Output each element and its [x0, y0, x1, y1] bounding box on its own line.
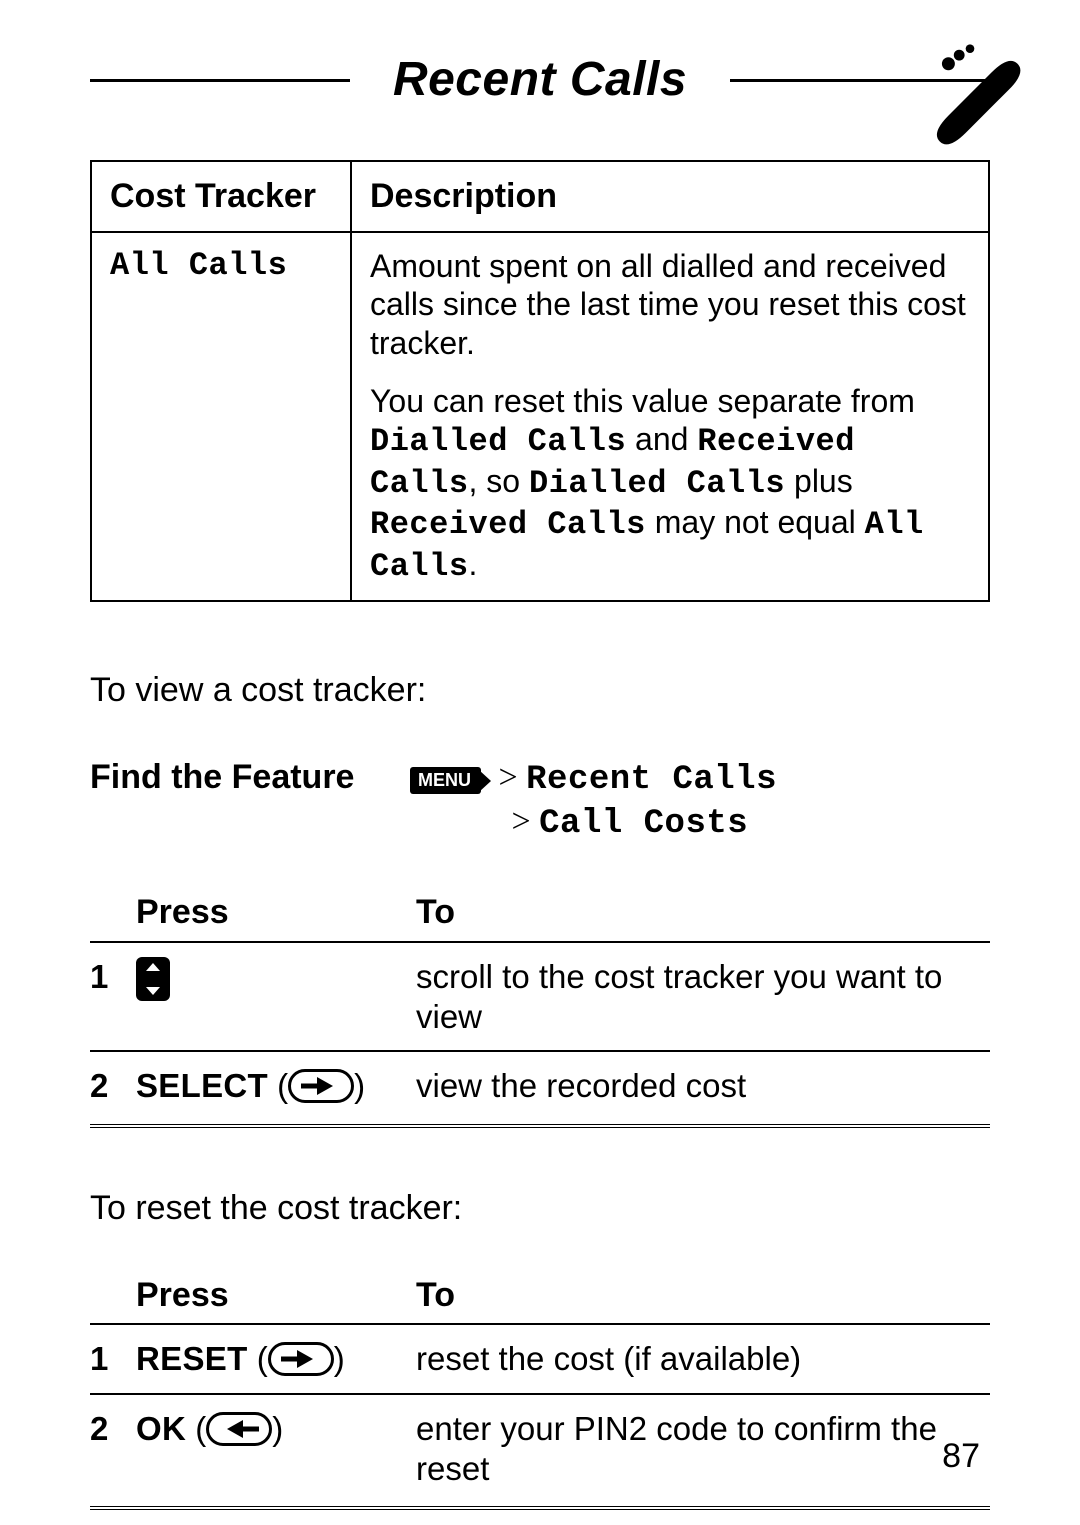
ct-row-name: All Calls — [91, 232, 351, 601]
path-gt1: > — [498, 759, 526, 796]
step-to: enter your PIN2 code to confirm the rese… — [416, 1394, 990, 1508]
rule-left — [90, 79, 350, 82]
step-num: 2 — [90, 1051, 136, 1126]
reset-steps-table: Press To 1 RESET () reset the cost (if a… — [90, 1275, 990, 1511]
softkey-label: OK — [136, 1410, 186, 1447]
view-step-2: 2 SELECT () view the recorded cost — [90, 1051, 990, 1126]
right-softkey-icon — [268, 1342, 334, 1376]
view-intro: To view a cost tracker: — [90, 670, 990, 711]
find-the-feature: Find the Feature MENU > Recent Calls > C… — [90, 757, 990, 845]
ct-desc-p2: You can reset this value separate from D… — [370, 382, 970, 586]
steps-head-press: Press — [136, 1275, 416, 1325]
reset-intro: To reset the cost tracker: — [90, 1188, 990, 1229]
ct-head-desc: Description — [351, 161, 989, 232]
ct-desc-p1: Amount spent on all dialled and received… — [370, 247, 970, 362]
view-steps-table: Press To 1 scroll to the cost tracker yo… — [90, 892, 990, 1128]
press-cell: RESET () — [136, 1324, 416, 1394]
page-number: 87 — [942, 1436, 980, 1477]
step-to: scroll to the cost tracker you want to v… — [416, 942, 990, 1051]
press-cell: SELECT () — [136, 1051, 416, 1126]
reset-step-2: 2 OK () enter your PIN2 code to confirm … — [90, 1394, 990, 1508]
step-to: view the recorded cost — [416, 1051, 990, 1126]
right-softkey-icon — [288, 1069, 354, 1103]
path-call-costs: Call Costs — [539, 805, 748, 843]
left-softkey-icon — [206, 1412, 272, 1446]
press-cell — [136, 942, 416, 1051]
step-to: reset the cost (if available) — [416, 1324, 990, 1394]
steps-head-to: To — [416, 1275, 990, 1325]
step-num: 1 — [90, 942, 136, 1051]
steps-head-to: To — [416, 892, 990, 942]
phone-handset-icon — [916, 40, 1024, 148]
view-step-1: 1 scroll to the cost tracker you want to… — [90, 942, 990, 1051]
step-num: 1 — [90, 1324, 136, 1394]
ct-head-tracker: Cost Tracker — [91, 161, 351, 232]
page-header: Recent Calls — [90, 40, 990, 120]
menu-key-icon: MENU — [410, 767, 481, 795]
reset-step-1: 1 RESET () reset the cost (if available) — [90, 1324, 990, 1394]
press-cell: OK () — [136, 1394, 416, 1508]
page-title: Recent Calls — [350, 51, 730, 109]
ct-row-desc: Amount spent on all dialled and received… — [351, 232, 989, 601]
softkey-label: SELECT — [136, 1067, 268, 1104]
ftf-label: Find the Feature — [90, 757, 380, 798]
step-num: 2 — [90, 1394, 136, 1508]
path-recent-calls: Recent Calls — [526, 761, 777, 799]
steps-head-press: Press — [136, 892, 416, 942]
feature-path: MENU > Recent Calls > Call Costs — [410, 757, 777, 845]
nav-key-icon — [136, 957, 170, 1001]
softkey-label: RESET — [136, 1340, 248, 1377]
path-gt2: > — [511, 803, 539, 840]
cost-tracker-table: Cost Tracker Description All Calls Amoun… — [90, 160, 990, 602]
